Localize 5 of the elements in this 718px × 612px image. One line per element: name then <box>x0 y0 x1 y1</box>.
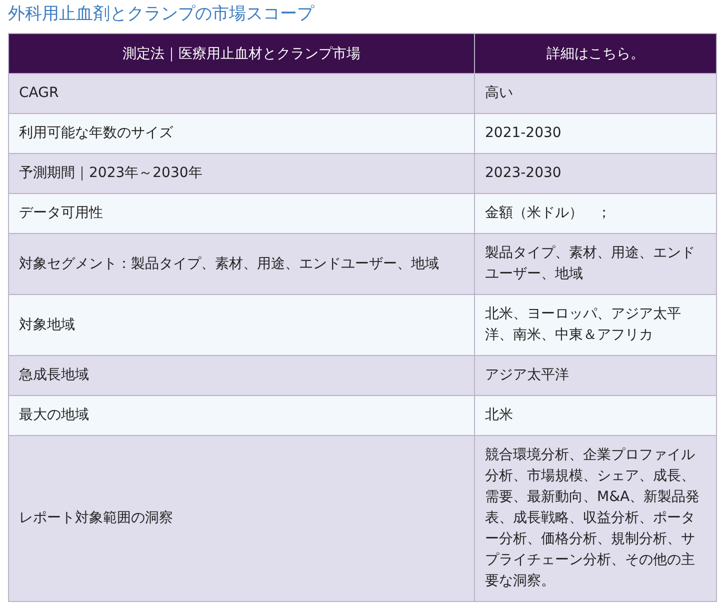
table-cell: 競合環境分析、企業プロファイル分析、市場規模、シェア、成長、需要、最新動向、M&A、新製品発表、成長戦略、収益分析、ポーター分析、価格分析、規制分析、サプライチェーン分析、その他の主要な洞察。 <box>474 436 716 602</box>
section-title: 外科用止血剤とクランプの市場スコープ <box>7 3 316 26</box>
column-header: 詳細はこちら。 <box>474 34 716 74</box>
table-cell: レポート対象範囲の洞察 <box>8 436 474 602</box>
column-header: 測定法｜医療用止血材とクランプ市場 <box>8 34 474 74</box>
